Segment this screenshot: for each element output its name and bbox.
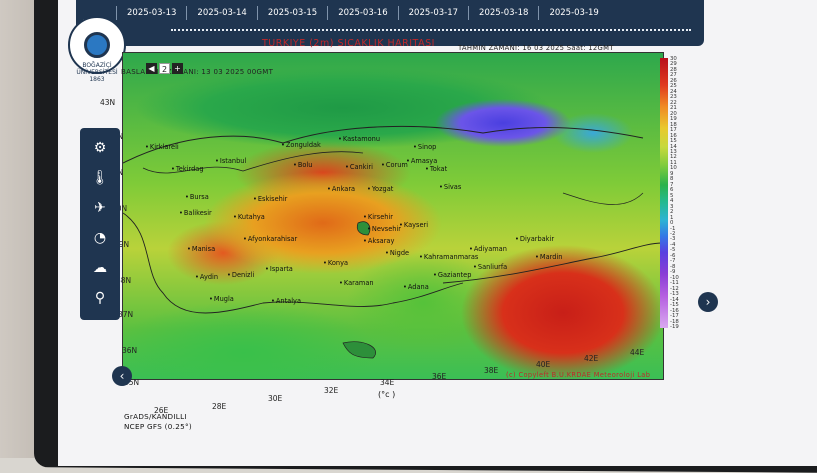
pager-prev-button[interactable]: ◀: [146, 63, 157, 74]
date-tab[interactable]: 2025-03-17: [397, 6, 468, 20]
cloud-sun-icon[interactable]: ☁: [88, 256, 112, 280]
lon-label: 42E: [584, 354, 599, 363]
unit-label: (°c ): [378, 390, 396, 399]
lat-label: 36N: [122, 346, 138, 355]
date-tab[interactable]: 2025-03-18: [468, 6, 538, 20]
city-label: Denizli: [227, 271, 254, 279]
city-label: Kahramanmaras: [419, 253, 478, 261]
lon-label: 44E: [630, 348, 645, 357]
lon-label: 38E: [484, 366, 499, 375]
map-title: TURKIYE (2m) SICAKLIK HARITASI: [262, 38, 435, 49]
source-caption: GrADS/KANDILLI NCEP GFS (0.25°): [124, 412, 192, 432]
legend-tick-label: -19: [670, 323, 679, 330]
city-label: Adana: [403, 283, 429, 291]
city-label: Bolu: [293, 161, 313, 169]
city-label: Isparta: [265, 265, 293, 273]
pin-icon[interactable]: ⚲: [88, 286, 112, 310]
city-label: Konya: [323, 259, 348, 267]
city-label: Eskisehir: [253, 195, 287, 203]
city-label: Zonguldak: [281, 141, 321, 149]
gauge-icon[interactable]: ◔: [88, 226, 112, 250]
city-label: Nevsehir: [367, 225, 401, 233]
lon-label: 30E: [268, 394, 283, 403]
date-tab[interactable]: 2025-03-19: [538, 6, 608, 20]
gear-icon[interactable]: ⚙: [88, 136, 112, 160]
city-label: Amasya: [406, 157, 437, 165]
city-label: Nigde: [385, 249, 409, 257]
wind-icon[interactable]: ✈: [88, 196, 112, 220]
city-label: Antalya: [271, 297, 301, 305]
city-label: Gaziantep: [433, 271, 472, 279]
copyright-text: (c) Copyleft B.U.KRDAE Meteoroloji Lab: [506, 371, 651, 379]
city-label: Kirsehir: [363, 213, 393, 221]
source-line-1: GrADS/KANDILLI: [124, 412, 187, 421]
city-label: Ankara: [327, 185, 355, 193]
city-label: Adiyaman: [469, 245, 507, 253]
forecast-time: TAHMIN ZAMANI: 16 03 2025 Saat: 12GMT: [458, 44, 614, 52]
lat-label: 43N: [100, 98, 116, 107]
logo-text: BOĞAZİÇİ ÜNİVERSİTESİ 1863: [76, 62, 118, 83]
lat-label: 37N: [118, 310, 134, 319]
map-pager: ◀ 2 +: [146, 63, 183, 74]
city-label: Afyonkarahisar: [243, 235, 297, 243]
next-arrow-button[interactable]: ›: [698, 292, 718, 312]
city-label: Kastamonu: [338, 135, 380, 143]
city-label: Sinop: [413, 143, 436, 151]
city-label: Bursa: [185, 193, 209, 201]
city-label: Corum: [381, 161, 408, 169]
lon-label: 32E: [324, 386, 339, 395]
city-label: Tekirdag: [171, 165, 204, 173]
city-label: Manisa: [187, 245, 215, 253]
temperature-scale-labels: 30 29 28 27 26 25 24 23 22 21 20 19 18 17 16 15 14 13 12 11…: [670, 56, 694, 330]
lon-label: 34E: [380, 378, 395, 387]
lon-label: 28E: [212, 402, 227, 411]
temperature-color-scale: [660, 58, 668, 328]
thermometer-icon[interactable]: 🌡: [88, 166, 112, 190]
prev-arrow-button[interactable]: ‹: [112, 366, 132, 386]
temperature-map: Kirklareli Tekirdag Istanbul Zonguldak K…: [122, 52, 664, 380]
layer-toolbar: ⚙ 🌡 ✈ ◔ ☁ ⚲: [80, 128, 120, 320]
city-label: Sivas: [439, 183, 461, 191]
date-tabs: 2025-03-13 2025-03-14 2025-03-15 2025-03…: [116, 6, 609, 20]
city-label: Mugla: [209, 295, 234, 303]
pager-page-number[interactable]: 2: [159, 63, 170, 74]
city-label: Balikesir: [179, 209, 212, 217]
city-label: Diyarbakir: [515, 235, 554, 243]
city-label: Cankiri: [345, 163, 373, 171]
city-label: Mardin: [535, 253, 563, 261]
city-label: Sanliurfa: [473, 263, 507, 271]
city-label: Istanbul: [215, 157, 246, 165]
date-tab[interactable]: 2025-03-16: [327, 6, 397, 20]
lon-label: 40E: [536, 360, 551, 369]
source-line-2: NCEP GFS (0.25°): [124, 422, 192, 431]
city-label: Kirklareli: [145, 143, 179, 151]
timeline-dots[interactable]: [171, 29, 691, 33]
city-label: Kutahya: [233, 213, 265, 221]
city-label: Yozgat: [367, 185, 393, 193]
lon-label: 36E: [432, 372, 447, 381]
date-tab[interactable]: 2025-03-14: [186, 6, 256, 20]
base-time: BASLANGIC ZAMANI: 13 03 2025 00GMT: [121, 68, 274, 76]
city-label: Aksaray: [363, 237, 394, 245]
date-tab[interactable]: 2025-03-15: [256, 6, 327, 20]
city-label: Kayseri: [399, 221, 428, 229]
pager-next-button[interactable]: +: [172, 63, 183, 74]
date-tab[interactable]: 2025-03-13: [116, 6, 186, 20]
university-logo: BOĞAZİÇİ ÜNİVERSİTESİ 1863: [68, 16, 126, 83]
city-label: Aydin: [195, 273, 218, 281]
city-label: Karaman: [339, 279, 374, 287]
logo-emblem-icon: [84, 32, 110, 58]
city-label: Tokat: [425, 165, 447, 173]
